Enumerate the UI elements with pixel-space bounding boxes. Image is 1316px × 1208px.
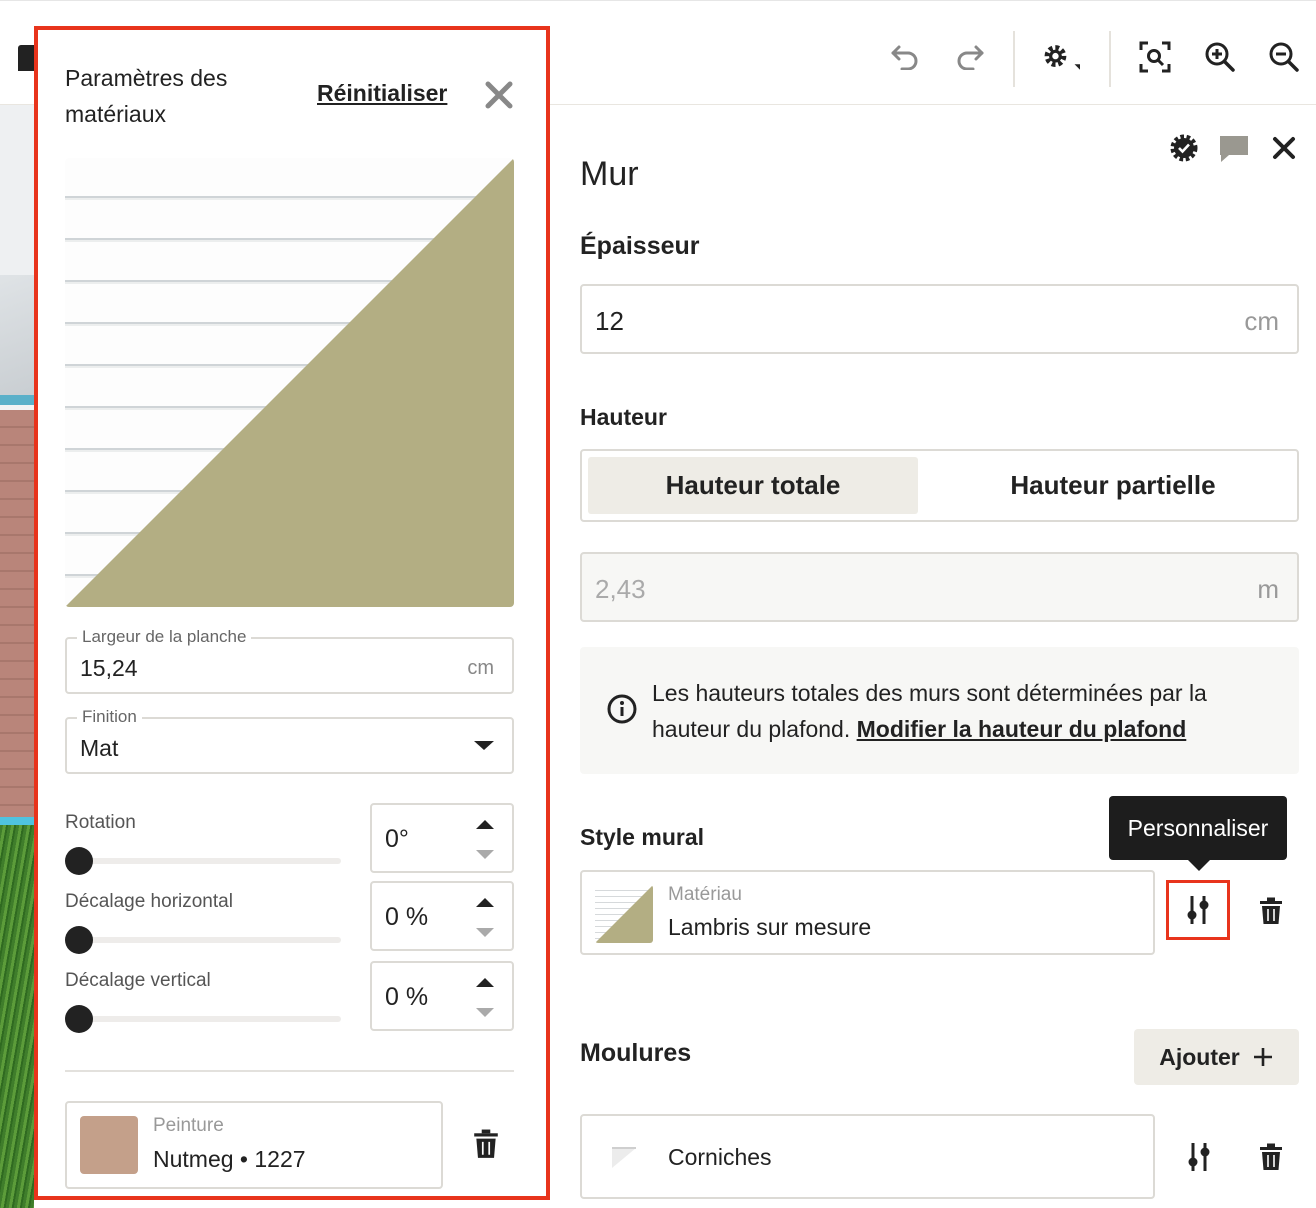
trash-icon: [1260, 1143, 1282, 1170]
height-mode-toggle: Hauteur totale Hauteur partielle: [580, 449, 1299, 522]
material-preview-swatch: [65, 158, 514, 607]
wall-material-card[interactable]: Matériau Lambris sur mesure: [580, 870, 1155, 955]
paint-swatch: [80, 1116, 138, 1174]
info-text-block: Les hauteurs totales des murs sont déter…: [652, 675, 1282, 747]
increment-arrow-icon[interactable]: [476, 978, 494, 987]
offset-horizontal-handle[interactable]: [65, 926, 93, 954]
material-panel-title: Paramètres des matériaux: [65, 65, 228, 127]
height-value: 2,43: [595, 574, 646, 604]
wall-style-label: Style mural: [580, 824, 704, 850]
panel-title: Mur: [580, 155, 639, 193]
wall-properties-panel: Mur Épaisseur 12 cm Hauteur Hauteur tota…: [550, 105, 1316, 1208]
add-molding-label: Ajouter: [1159, 1043, 1240, 1070]
scene-wall: [0, 410, 34, 820]
finish-label: Finition: [77, 707, 142, 727]
material-category: Matériau: [668, 884, 742, 905]
offset-vertical-value: 0 %: [385, 983, 429, 1011]
height-total-option[interactable]: Hauteur totale: [588, 457, 918, 514]
rotation-label: Rotation: [65, 812, 136, 833]
height-label: Hauteur: [580, 404, 667, 430]
info-icon: [607, 694, 637, 724]
customize-material-button[interactable]: [1166, 880, 1230, 940]
thickness-unit: cm: [1244, 306, 1279, 336]
material-thumbnail: [595, 885, 653, 943]
delete-material-button[interactable]: [1251, 891, 1291, 931]
offset-horizontal-label: Décalage horizontal: [65, 891, 233, 912]
delete-molding-button[interactable]: [1251, 1137, 1291, 1177]
chevron-down-icon: [474, 741, 494, 750]
decrement-arrow-icon[interactable]: [476, 1008, 494, 1017]
offset-horizontal-slider[interactable]: [65, 926, 341, 954]
tooltip-arrow: [1188, 860, 1210, 871]
scene-grass: [0, 825, 34, 1208]
thickness-value: 12: [595, 306, 624, 336]
sliders-icon: [1187, 896, 1209, 924]
increment-arrow-icon[interactable]: [476, 898, 494, 907]
finish-select[interactable]: Finition Mat: [65, 707, 514, 774]
paint-category: Peinture: [153, 1115, 224, 1136]
paint-card[interactable]: Peinture Nutmeg • 1227: [65, 1101, 443, 1189]
scene-gutter: [0, 395, 34, 405]
material-name: Lambris sur mesure: [668, 914, 872, 940]
plus-icon: [1253, 1048, 1272, 1066]
toolbar-divider: [1109, 31, 1111, 87]
molding-name: Corniches: [668, 1144, 772, 1170]
rotation-slider-handle[interactable]: [65, 847, 93, 875]
board-width-value: 15,24: [80, 655, 138, 681]
focus-search-icon[interactable]: [1135, 37, 1175, 77]
paint-name: Nutmeg • 1227: [153, 1146, 306, 1172]
board-width-field[interactable]: Largeur de la planche 15,24 cm: [65, 627, 514, 694]
material-preview: [65, 158, 514, 607]
scene-roof: [0, 275, 34, 405]
thickness-input[interactable]: 12 cm: [580, 284, 1299, 354]
height-unit: m: [1257, 574, 1279, 604]
thickness-label: Épaisseur: [580, 232, 700, 260]
close-icon[interactable]: [1267, 131, 1301, 165]
height-info-box: Les hauteurs totales des murs sont déter…: [580, 647, 1299, 774]
rotation-stepper[interactable]: 0°: [370, 803, 514, 873]
customize-molding-button[interactable]: [1179, 1137, 1219, 1177]
offset-horizontal-value: 0 %: [385, 903, 429, 931]
molding-item[interactable]: Corniches: [580, 1114, 1155, 1199]
finish-value: Mat: [80, 735, 119, 761]
increment-arrow-icon[interactable]: [476, 820, 494, 829]
rotation-value: 0°: [385, 825, 409, 853]
toolbar-divider: [1013, 31, 1015, 87]
rotation-slider[interactable]: [65, 847, 341, 875]
sliders-icon: [1188, 1143, 1210, 1171]
zoom-out-icon[interactable]: [1264, 37, 1304, 77]
decrement-arrow-icon[interactable]: [476, 928, 494, 937]
section-divider: [65, 1070, 514, 1072]
offset-vertical-handle[interactable]: [65, 1005, 93, 1033]
verified-badge-icon[interactable]: [1167, 131, 1201, 165]
3d-view[interactable]: [0, 105, 34, 1208]
edit-ceiling-height-link[interactable]: Modifier la hauteur du plafond: [857, 716, 1187, 742]
reset-link[interactable]: Réinitialiser: [317, 80, 447, 107]
close-icon[interactable]: [482, 78, 516, 112]
board-width-unit: cm: [467, 657, 494, 679]
cornice-thumbnail: [612, 1147, 636, 1168]
height-partial-option[interactable]: Hauteur partielle: [948, 457, 1278, 514]
offset-vertical-label: Décalage vertical: [65, 970, 211, 991]
offset-vertical-slider[interactable]: [65, 1005, 341, 1033]
redo-icon[interactable]: [950, 37, 990, 77]
decrement-arrow-icon[interactable]: [476, 850, 494, 859]
offset-vertical-stepper[interactable]: 0 %: [370, 961, 514, 1031]
board-width-label: Largeur de la planche: [77, 627, 252, 647]
offset-horizontal-stepper[interactable]: 0 %: [370, 881, 514, 951]
delete-paint-icon[interactable]: [473, 1129, 499, 1159]
add-molding-button[interactable]: Ajouter: [1134, 1029, 1299, 1085]
moldings-label: Moulures: [580, 1039, 692, 1067]
zoom-in-icon[interactable]: [1200, 37, 1240, 77]
scene-pool-edge: [0, 817, 34, 825]
customize-tooltip: Personnaliser: [1109, 796, 1287, 860]
trash-icon: [1260, 897, 1282, 924]
settings-icon[interactable]: [1040, 37, 1080, 77]
height-input: 2,43 m: [580, 552, 1299, 622]
comment-icon[interactable]: [1217, 131, 1251, 165]
material-settings-panel: Paramètres des matériaux Réinitialiser L…: [34, 26, 550, 1200]
undo-icon[interactable]: [885, 37, 925, 77]
